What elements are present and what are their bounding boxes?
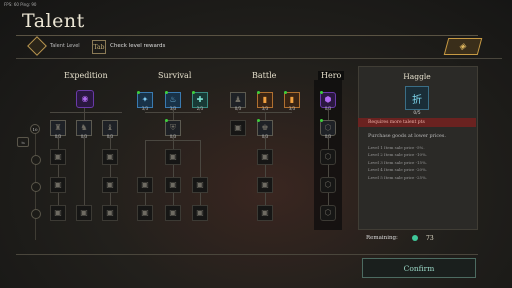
locked-node[interactable]: ▣ (102, 205, 118, 221)
link (110, 136, 111, 214)
gem-icon (412, 235, 418, 241)
survival-node-mid[interactable]: ⛨ 0/3 (165, 119, 181, 139)
locked-node[interactable]: ▣ (257, 149, 273, 165)
panel-count: 0/5 (413, 111, 421, 116)
talent-level-label: Talent Level (50, 42, 80, 49)
category-hero: Hero (318, 71, 345, 80)
survival-node-3[interactable]: ✚ 2/3 (192, 91, 208, 111)
level-row: Level 1 Item sale price -5%. (368, 145, 425, 150)
page-title: Talent (22, 10, 85, 32)
link (50, 112, 122, 113)
arrow-icon[interactable]: ⇆ (17, 137, 29, 147)
locked-node[interactable]: ▣ (165, 177, 181, 193)
hero-node-mid[interactable]: ⬡ 0/3 (320, 119, 336, 139)
expedition-node-3[interactable]: ♝ 0/3 (102, 120, 118, 139)
locked-node[interactable]: ▣ (76, 205, 92, 221)
remaining-value: 73 (426, 235, 434, 242)
category-battle: Battle (252, 71, 277, 80)
locked-node[interactable]: ▣ (50, 177, 66, 193)
survival-node-1[interactable]: ✦ 3/3 (137, 91, 153, 111)
level-marker-2 (31, 155, 41, 165)
locked-node[interactable]: ▣ (137, 205, 153, 221)
locked-node[interactable]: ▣ (230, 120, 246, 136)
link (84, 136, 85, 214)
locked-node[interactable]: ▣ (165, 205, 181, 221)
locked-node[interactable]: ⬡ (320, 205, 336, 221)
locked-node[interactable]: ▣ (165, 149, 181, 165)
survival-node-2[interactable]: ♨ 3/3 (165, 91, 181, 111)
link (84, 108, 85, 120)
level-row: Level 3 Item sale price -15%. (368, 159, 428, 165)
locked-node[interactable]: ▣ (102, 149, 118, 165)
battle-node-2[interactable]: ▮ 3/3 (284, 91, 300, 111)
fps-counter: FPS: 60 Ping: 90 (4, 2, 37, 7)
locked-node[interactable]: ▣ (50, 149, 66, 165)
expedition-node-2[interactable]: ♞ 0/3 (76, 120, 92, 139)
tab-key-icon[interactable]: Tab (92, 40, 106, 54)
locked-node[interactable]: ▣ (257, 205, 273, 221)
expedition-node-1[interactable]: ♜ 0/3 (50, 120, 66, 139)
link (58, 136, 59, 214)
reward-chest-icon[interactable]: ◈ (443, 38, 483, 55)
level-row: Level 2 Item sale price -10%. (368, 152, 428, 158)
locked-node[interactable]: ▣ (137, 177, 153, 193)
tab-key-label: Tab (93, 43, 105, 51)
locked-node[interactable]: ▣ (50, 205, 66, 221)
locked-node[interactable]: ▣ (192, 205, 208, 221)
requirement-warning: Requires more talent pts (358, 118, 476, 127)
level-list: Level 1 Item sale price -5%. Level 2 Ite… (368, 144, 427, 181)
category-expedition: Expedition (64, 71, 108, 80)
locked-node[interactable]: ▣ (192, 177, 208, 193)
header-divider (16, 35, 478, 36)
locked-node[interactable]: ⬡ (320, 177, 336, 193)
bottom-divider (16, 254, 478, 255)
remaining-label: Remaining: (366, 235, 398, 241)
expedition-top-node[interactable]: ◉ (76, 90, 94, 108)
haggle-icon: 折 (405, 86, 429, 110)
level-marker-4 (31, 209, 41, 219)
level-row: Level 4 Item sale price -20%. (368, 167, 428, 173)
battle-node-mid[interactable]: ♚ 0/3 (257, 119, 273, 139)
panel-title: Haggle (403, 72, 431, 81)
hero-node-top[interactable]: ⬢ 0/3 (320, 91, 336, 111)
tab-hint: Check level rewards (110, 43, 166, 49)
panel-description: Purchase goods at lower prices. (368, 134, 446, 139)
level-row: Level 5 Item sale price -25%. (368, 174, 428, 180)
battle-node-1[interactable]: ▮ 3/3 (257, 91, 273, 111)
locked-node[interactable]: ▣ (102, 177, 118, 193)
locked-node[interactable]: ⬡ (320, 149, 336, 165)
locked-node[interactable]: ▣ (257, 177, 273, 193)
confirm-button[interactable]: Confirm (362, 258, 476, 278)
link (145, 140, 201, 141)
level-diamond-icon (27, 35, 47, 56)
level-marker-3 (31, 182, 41, 192)
level-marker: 10 (30, 124, 40, 134)
category-survival: Survival (158, 71, 192, 80)
battle-node-3[interactable]: ♟ 0/3 (230, 92, 246, 111)
